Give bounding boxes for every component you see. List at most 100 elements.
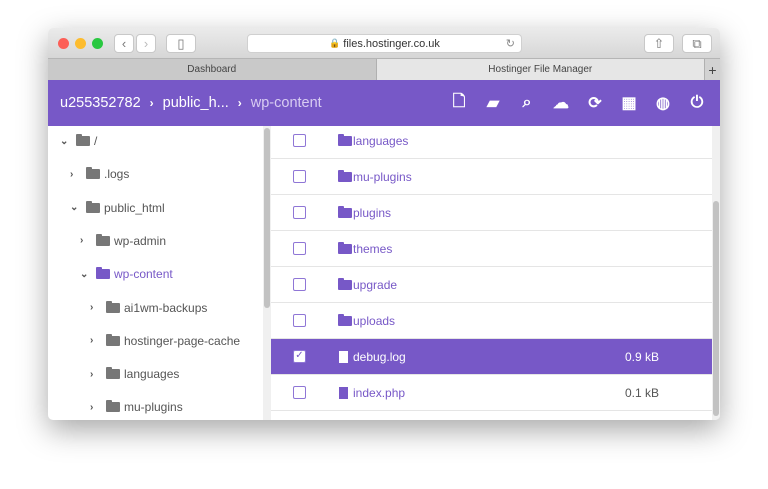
folder-tree: ⌄ / › .logs ⌄ public_html › wp-admin ⌄ wp-content… bbox=[48, 126, 263, 420]
share-button[interactable]: ⇧ bbox=[644, 34, 674, 53]
chevron-down-icon[interactable]: ⌄ bbox=[60, 136, 70, 147]
folder-icon bbox=[338, 133, 352, 146]
folder-icon bbox=[86, 200, 100, 213]
breadcrumb-current: wp-content bbox=[250, 95, 322, 111]
row-checkbox[interactable] bbox=[293, 206, 306, 219]
chevron-right-icon: › bbox=[237, 96, 242, 110]
file-name: languages bbox=[353, 133, 409, 148]
browser-window: ‹ › ▯ 🔒 files.hostinger.co.uk ↻ ⇧ ⧉ Dashbo… bbox=[48, 28, 720, 420]
folder-icon bbox=[106, 400, 120, 413]
refresh-icon[interactable]: ⟳ bbox=[586, 93, 604, 113]
file-icon bbox=[339, 350, 348, 363]
power-icon[interactable]: ⏻ bbox=[688, 94, 706, 112]
new-tab-button[interactable]: + bbox=[704, 59, 720, 80]
file-row[interactable]: languages bbox=[271, 126, 712, 159]
file-row[interactable]: plugins bbox=[271, 195, 712, 231]
file-name: upgrade bbox=[353, 277, 398, 292]
file-name: index.php bbox=[353, 385, 406, 400]
file-name: debug.log bbox=[353, 349, 406, 364]
folder-icon bbox=[338, 313, 352, 326]
search-icon[interactable]: ⌕ bbox=[518, 94, 536, 112]
address-bar[interactable]: 🔒 files.hostinger.co.uk ↻ bbox=[247, 34, 522, 53]
back-button[interactable]: ‹ bbox=[114, 34, 134, 53]
file-name: mu-plugins bbox=[353, 169, 412, 184]
tree-item[interactable]: › languages bbox=[90, 364, 179, 384]
file-list: languages mu-plugins plugins themes upgrade u… bbox=[271, 126, 712, 420]
file-name: uploads bbox=[353, 313, 396, 328]
file-manager-header: u255352782 › public_h... › wp-content 🗋 ▰ … bbox=[48, 80, 720, 126]
chevron-right-icon[interactable]: › bbox=[90, 335, 100, 346]
reload-icon[interactable]: ↻ bbox=[506, 37, 515, 50]
tree-item[interactable]: ⌄ wp-content bbox=[80, 264, 173, 284]
chevron-right-icon: › bbox=[149, 96, 154, 110]
row-checkbox[interactable] bbox=[293, 170, 306, 183]
tree-item[interactable]: ⌄ public_html bbox=[70, 198, 165, 218]
file-row[interactable]: uploads bbox=[271, 303, 712, 339]
tree-item[interactable]: › .logs bbox=[70, 164, 129, 184]
file-name: themes bbox=[353, 241, 393, 256]
tree-item-label: ai1wm-backups bbox=[124, 300, 208, 315]
new-file-icon[interactable]: 🗋 bbox=[450, 90, 468, 117]
close-window-button[interactable] bbox=[58, 38, 69, 49]
tree-item-label: public_html bbox=[104, 200, 165, 215]
file-name: plugins bbox=[353, 205, 392, 220]
folder-icon bbox=[96, 233, 110, 246]
folder-icon bbox=[338, 169, 352, 182]
chevron-right-icon[interactable]: › bbox=[90, 402, 100, 413]
minimize-window-button[interactable] bbox=[75, 38, 86, 49]
folder-icon bbox=[86, 167, 100, 180]
tab-file-manager[interactable]: Hostinger File Manager bbox=[375, 59, 704, 80]
url-text: files.hostinger.co.uk bbox=[343, 37, 440, 50]
file-row[interactable]: mu-plugins bbox=[271, 159, 712, 195]
file-row[interactable]: ✓ debug.log 0.9 kB bbox=[271, 339, 712, 375]
tree-item-label: languages bbox=[124, 367, 180, 382]
maximize-window-button[interactable] bbox=[92, 38, 103, 49]
folder-icon bbox=[96, 267, 110, 280]
tree-item[interactable]: › wp-admin bbox=[80, 231, 166, 251]
folder-icon bbox=[338, 277, 352, 290]
sidebar-toggle-button[interactable]: ▯ bbox=[166, 34, 196, 53]
file-row[interactable]: index.php 0.1 kB bbox=[271, 375, 712, 411]
chevron-down-icon[interactable]: ⌄ bbox=[80, 269, 90, 280]
new-folder-icon[interactable]: ▰ bbox=[484, 93, 502, 113]
row-checkbox[interactable] bbox=[293, 314, 306, 327]
row-checkbox[interactable]: ✓ bbox=[293, 350, 306, 363]
file-size: 0.9 kB bbox=[625, 349, 660, 364]
folder-icon bbox=[106, 367, 120, 380]
tree-item[interactable]: › ai1wm-backups bbox=[90, 298, 207, 318]
tree-item[interactable]: ⌄ / bbox=[60, 131, 97, 151]
tab-dashboard[interactable]: Dashboard bbox=[48, 59, 376, 80]
chevron-right-icon[interactable]: › bbox=[90, 302, 100, 313]
chevron-down-icon[interactable]: ⌄ bbox=[70, 202, 80, 213]
file-row[interactable]: themes bbox=[271, 231, 712, 267]
breadcrumb-public-html[interactable]: public_h... bbox=[163, 95, 229, 111]
tree-item[interactable]: › hostinger-page-cache bbox=[90, 331, 240, 351]
tabs-overview-button[interactable]: ⧉ bbox=[682, 34, 712, 53]
tab-bar: Dashboard Hostinger File Manager + bbox=[48, 58, 720, 80]
row-checkbox[interactable] bbox=[293, 278, 306, 291]
row-checkbox[interactable] bbox=[293, 134, 306, 147]
chevron-right-icon[interactable]: › bbox=[90, 369, 100, 380]
forward-button[interactable]: › bbox=[136, 34, 156, 53]
breadcrumb-root[interactable]: u255352782 bbox=[60, 95, 141, 111]
tree-scrollbar[interactable] bbox=[263, 126, 271, 420]
tree-item-label: mu-plugins bbox=[124, 400, 183, 415]
globe-icon[interactable]: ◍ bbox=[654, 93, 672, 113]
file-icon bbox=[339, 386, 348, 399]
tree-item-label: wp-admin bbox=[114, 233, 167, 248]
tree-item-label: / bbox=[94, 134, 98, 148]
tree-item-label: hostinger-page-cache bbox=[124, 333, 241, 348]
file-row[interactable]: upgrade bbox=[271, 267, 712, 303]
folder-icon bbox=[106, 333, 120, 346]
folder-icon bbox=[106, 300, 120, 313]
chevron-right-icon[interactable]: › bbox=[80, 235, 90, 246]
grid-view-icon[interactable]: ▦ bbox=[620, 93, 638, 113]
upload-icon[interactable]: ☁ bbox=[552, 93, 570, 113]
row-checkbox[interactable] bbox=[293, 386, 306, 399]
row-checkbox[interactable] bbox=[293, 242, 306, 255]
title-bar: ‹ › ▯ 🔒 files.hostinger.co.uk ↻ ⇧ ⧉ bbox=[48, 28, 720, 58]
file-size: 0.1 kB bbox=[625, 385, 660, 400]
file-list-scrollbar[interactable] bbox=[712, 126, 720, 420]
chevron-right-icon[interactable]: › bbox=[70, 169, 80, 180]
tree-item[interactable]: › mu-plugins bbox=[90, 397, 183, 417]
